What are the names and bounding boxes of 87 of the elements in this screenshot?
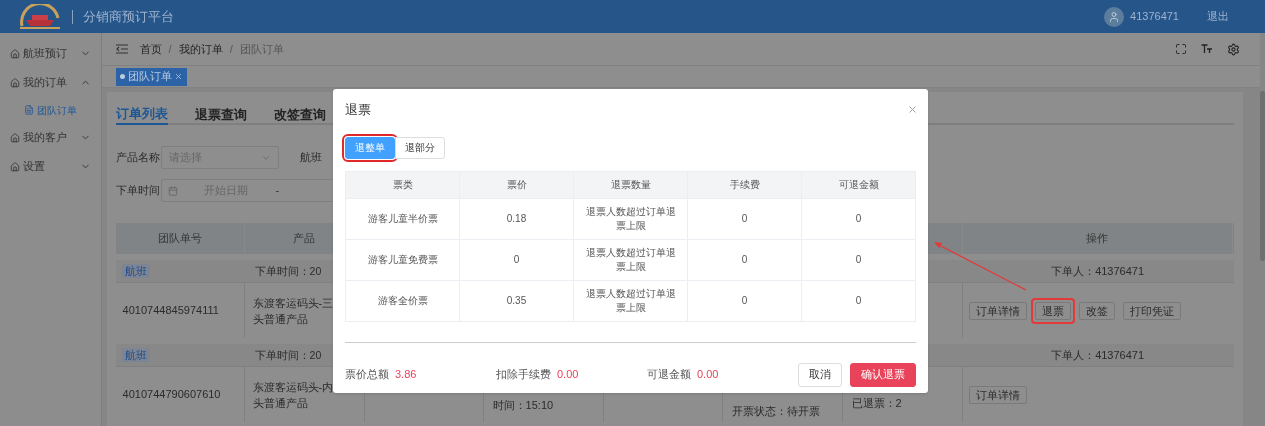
username: 41376471: [1130, 9, 1179, 25]
breadcrumb-link[interactable]: 首页: [139, 40, 162, 58]
segment-button[interactable]: 退部分: [395, 136, 445, 159]
column-header: 产品: [293, 231, 316, 247]
orderer: 下单人：41376471: [1051, 348, 1145, 361]
table-cell: 游客儿童免费票: [367, 252, 438, 267]
page-tab[interactable]: 退票查询: [194, 104, 247, 125]
fullscreen-icon[interactable]: [1174, 43, 1187, 55]
menu-icon[interactable]: [115, 44, 128, 54]
home-icon: [10, 132, 20, 143]
summary-value: 3.86: [395, 367, 417, 383]
summary-label: 票价总额: [345, 367, 389, 383]
platform-title: 分销商预订平台: [83, 7, 174, 26]
breadcrumb-separator: /: [229, 41, 233, 57]
column-header: 退票数量: [610, 178, 651, 192]
orderer: 下单人：41376471: [1051, 264, 1145, 277]
home-icon: [10, 161, 20, 172]
summary-value: 0.00: [557, 367, 579, 383]
table-cell: 0: [741, 252, 748, 267]
table-cell: 0: [741, 211, 748, 226]
departure-time: 时间：15:10: [492, 399, 554, 411]
home-icon: [10, 48, 20, 59]
summary-label: 扣除手续费: [496, 367, 551, 383]
table-cell: 退票人数超过订单退票上限: [585, 204, 676, 233]
text-size-icon[interactable]: [1200, 44, 1213, 54]
sidebar-item[interactable]: 设置: [0, 152, 101, 181]
product-name: 东渡客运码头-三: [252, 295, 335, 311]
column-header: 操作: [1086, 231, 1109, 247]
close-icon[interactable]: [907, 104, 918, 116]
ticket-status: 开票状态：待开票: [731, 405, 820, 417]
table-cell: 0.18: [506, 211, 527, 226]
calendar-icon: [167, 185, 178, 196]
order-time: 下单时间：20: [254, 348, 322, 361]
order-action-button[interactable]: 退票: [1034, 301, 1071, 320]
logout-link[interactable]: 退出: [1207, 8, 1229, 25]
table-cell: 0: [513, 252, 520, 267]
cancel-button[interactable]: 取消: [798, 362, 842, 387]
order-action-button[interactable]: 打印凭证: [1122, 301, 1181, 320]
segment-button[interactable]: 退整单: [345, 136, 395, 159]
order-action-button[interactable]: 订单详情: [968, 301, 1027, 320]
table-cell: 0: [855, 211, 862, 226]
refunded-count: 已退票：2: [851, 397, 902, 409]
column-header: 可退金额: [838, 178, 879, 192]
table-cell: 0: [855, 252, 862, 267]
column-header: 票类: [392, 178, 413, 192]
order-action-button[interactable]: 订单详情: [968, 385, 1027, 404]
home-icon: [10, 77, 20, 88]
sidebar-subitem[interactable]: 团队订单: [0, 97, 101, 123]
sidebar-item[interactable]: 航班预订: [0, 39, 101, 68]
order-number: 4010744845974111: [122, 303, 219, 319]
table-cell: 退票人数超过订单退票上限: [585, 286, 676, 315]
table-cell: 0: [855, 293, 862, 308]
summary-label: 可退金额: [647, 367, 691, 383]
settings-icon[interactable]: [1226, 42, 1240, 56]
document-icon: [24, 105, 34, 115]
column-header: 票价: [506, 178, 527, 192]
order-time: 下单时间：20: [254, 264, 322, 277]
dialog-title: 退票: [345, 101, 371, 119]
close-icon[interactable]: [173, 72, 183, 81]
filter-label: 产品名称: [115, 150, 161, 166]
flight-tag: 航班: [121, 263, 150, 278]
product-name: 东渡客运码头-内: [252, 379, 335, 395]
filter-label: 航班: [299, 150, 322, 166]
table-cell: 游客儿童半价票: [367, 211, 438, 226]
sidebar-item[interactable]: 我的客户: [0, 123, 101, 152]
summary-value: 0.00: [697, 367, 719, 383]
page-tab[interactable]: 订单列表: [115, 104, 168, 125]
sidebar-item[interactable]: 我的订单: [0, 68, 101, 97]
column-header: 手续费: [729, 178, 760, 192]
filter-label: 下单时间: [115, 183, 161, 199]
flight-tag: 航班: [121, 347, 150, 362]
confirm-button[interactable]: 确认退票: [850, 362, 916, 387]
page-tab[interactable]: 改签查询: [273, 104, 326, 125]
avatar-icon: [1104, 6, 1125, 27]
column-header: 团队单号: [157, 231, 202, 247]
table-cell: 0.35: [506, 293, 527, 308]
order-action-button[interactable]: 改签: [1078, 301, 1115, 320]
table-cell: 退票人数超过订单退票上限: [585, 245, 676, 274]
breadcrumb-separator: /: [168, 41, 172, 57]
table-cell: 游客全价票: [377, 293, 428, 308]
order-number: 4010744790607610: [122, 387, 221, 403]
ship-logo-icon: [18, 3, 62, 30]
product-name: 头普通产品: [252, 395, 309, 411]
page-tag[interactable]: 团队订单: [115, 67, 187, 86]
breadcrumb-link[interactable]: 我的订单: [178, 40, 223, 58]
product-name: 头普通产品: [252, 311, 309, 327]
table-cell: 0: [741, 293, 748, 308]
